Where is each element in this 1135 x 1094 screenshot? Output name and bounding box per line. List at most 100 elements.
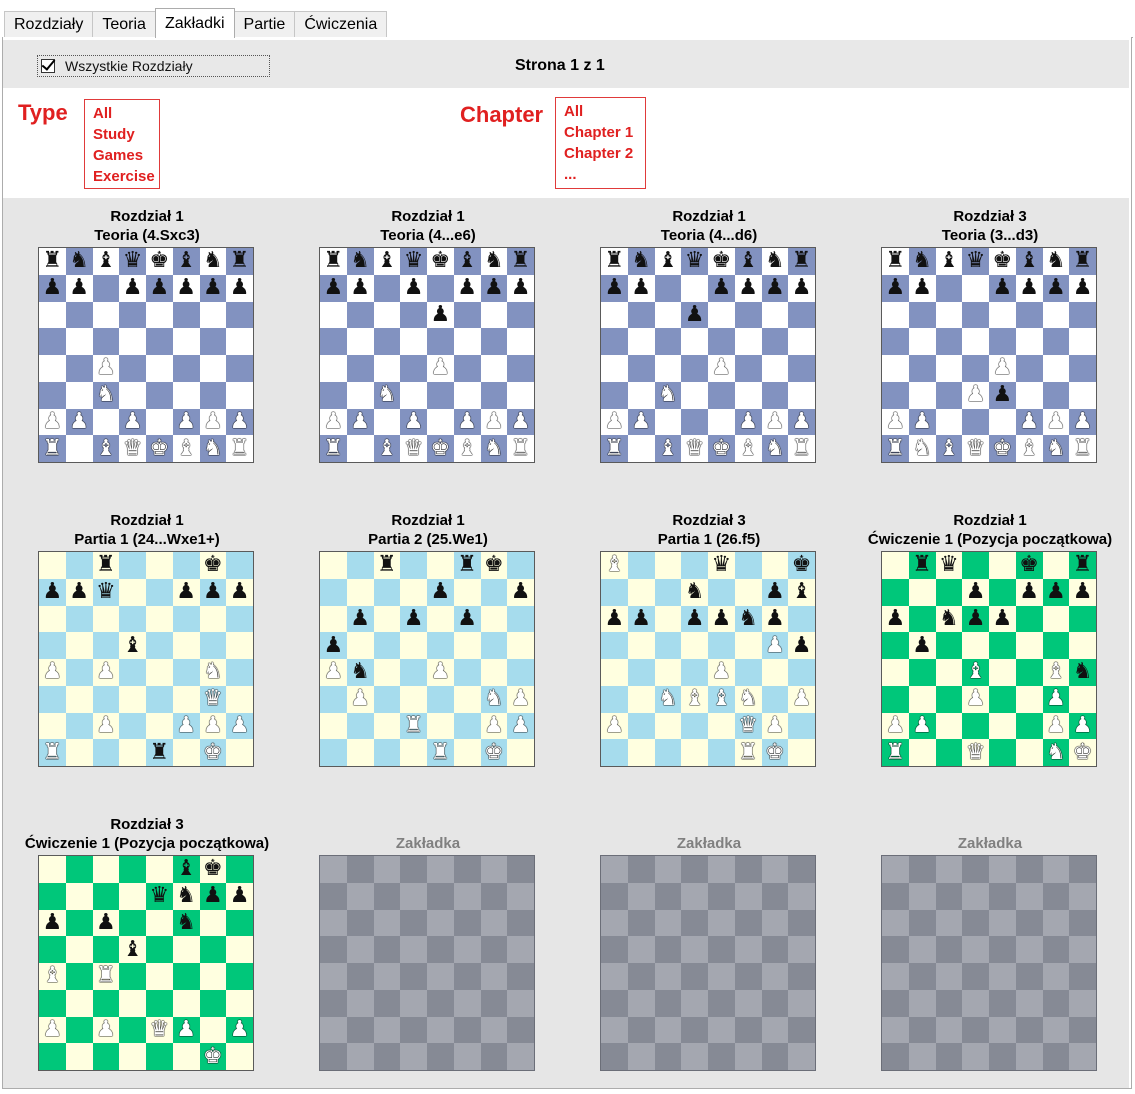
board-square[interactable]: ♟ <box>427 355 454 382</box>
board-square[interactable]: ♟ <box>989 381 1016 409</box>
board-square[interactable]: ♜ <box>373 552 401 579</box>
board-square[interactable]: ♜ <box>1069 248 1096 275</box>
board-square[interactable]: ♟ <box>427 578 454 606</box>
board-square[interactable] <box>681 856 708 883</box>
board-square[interactable]: ♜ <box>146 739 173 766</box>
board-square[interactable] <box>654 328 682 355</box>
board-square[interactable] <box>146 605 173 633</box>
board-square[interactable]: ♜ <box>320 248 347 275</box>
board-square[interactable] <box>480 989 508 1017</box>
chess-board[interactable]: ♜ ♚ ♟ ♟ ♛ ♟ ♟ ♟ ♝ ♟ ♟ ♞ ♛ ♟ ♟ ♟ ♟ ♜ ♜ ♚ <box>38 551 254 767</box>
board-square[interactable] <box>453 909 481 937</box>
board-square[interactable]: ♜ <box>1069 552 1096 579</box>
board-square[interactable] <box>654 578 682 606</box>
board-square[interactable]: ♞ <box>199 248 227 275</box>
board-square[interactable] <box>761 301 789 329</box>
board-square[interactable] <box>226 328 253 355</box>
board-square[interactable] <box>962 1043 989 1070</box>
board-square[interactable] <box>92 301 120 329</box>
board-square[interactable]: ♛ <box>146 882 173 910</box>
board-square[interactable]: ♟ <box>65 408 93 436</box>
board-square[interactable]: ♟ <box>400 408 427 436</box>
empty-bookmark-slot[interactable]: Zakładka <box>569 834 849 1071</box>
board-square[interactable] <box>400 739 427 766</box>
board-square[interactable] <box>373 328 401 355</box>
board-square[interactable]: ♚ <box>708 435 735 462</box>
board-square[interactable] <box>1015 882 1043 910</box>
board-square[interactable] <box>320 989 347 1017</box>
board-square[interactable] <box>119 578 146 606</box>
board-square[interactable] <box>654 882 682 910</box>
board-square[interactable] <box>908 1016 936 1044</box>
board-square[interactable] <box>65 989 93 1017</box>
board-square[interactable] <box>320 328 347 355</box>
board-square[interactable] <box>708 739 735 766</box>
board-square[interactable] <box>119 712 146 740</box>
board-square[interactable] <box>654 355 682 382</box>
board-square[interactable] <box>507 552 534 579</box>
board-square[interactable]: ♜ <box>601 435 628 462</box>
board-square[interactable] <box>734 632 762 659</box>
board-square[interactable]: ♞ <box>346 248 374 275</box>
board-square[interactable] <box>908 578 936 606</box>
board-square[interactable] <box>373 909 401 937</box>
board-square[interactable]: ♞ <box>480 685 508 713</box>
board-square[interactable] <box>908 882 936 910</box>
board-square[interactable] <box>1042 355 1070 382</box>
board-square[interactable]: ♚ <box>427 248 454 275</box>
board-square[interactable] <box>507 936 534 963</box>
board-square[interactable]: ♝ <box>373 435 401 462</box>
board-square[interactable] <box>654 856 682 883</box>
board-square[interactable]: ♜ <box>1069 435 1096 462</box>
board-square[interactable] <box>119 1016 146 1044</box>
board-square[interactable]: ♞ <box>761 248 789 275</box>
board-square[interactable] <box>146 355 173 382</box>
board-square[interactable] <box>708 408 735 436</box>
board-square[interactable]: ♟ <box>761 578 789 606</box>
board-square[interactable]: ♟ <box>400 274 427 302</box>
board-square[interactable] <box>480 578 508 606</box>
board-square[interactable] <box>654 712 682 740</box>
board-square[interactable] <box>92 882 120 910</box>
board-square[interactable]: ♟ <box>346 685 374 713</box>
chess-board[interactable]: ♜ ♞ ♝ ♛ ♚ ♝ ♞ ♜ ♟ ♟ ♟ ♟ ♟ ♟ ♟ ♟ ♞ ♟ ♟ ♟ ♟ ♟ ♟ ♜ ♝ ♛ ♚ ♝ ♞ ♜ <box>319 247 535 463</box>
board-square[interactable]: ♜ <box>320 435 347 462</box>
board-square[interactable] <box>734 355 762 382</box>
board-square[interactable]: ♛ <box>92 578 120 606</box>
board-square[interactable]: ♟ <box>92 355 120 382</box>
board-square[interactable] <box>627 659 655 686</box>
board-square[interactable]: ♞ <box>172 909 200 937</box>
board-square[interactable]: ♚ <box>989 248 1016 275</box>
board-square[interactable]: ♜ <box>908 552 936 579</box>
board-square[interactable] <box>480 632 508 659</box>
board-square[interactable] <box>627 552 655 579</box>
board-square[interactable] <box>989 739 1016 766</box>
board-square[interactable] <box>681 381 708 409</box>
board-square[interactable] <box>1015 328 1043 355</box>
board-square[interactable] <box>65 963 93 990</box>
board-square[interactable]: ♞ <box>654 381 682 409</box>
board-square[interactable] <box>882 936 909 963</box>
board-square[interactable]: ♞ <box>480 435 508 462</box>
board-square[interactable] <box>346 1043 374 1070</box>
board-square[interactable] <box>962 1016 989 1044</box>
board-square[interactable]: ♟ <box>1015 578 1043 606</box>
board-square[interactable] <box>601 328 628 355</box>
board-square[interactable] <box>119 381 146 409</box>
board-square[interactable]: ♞ <box>908 248 936 275</box>
board-square[interactable] <box>1015 989 1043 1017</box>
board-square[interactable] <box>681 659 708 686</box>
board-square[interactable] <box>39 328 66 355</box>
board-square[interactable] <box>681 355 708 382</box>
board-square[interactable]: ♚ <box>146 248 173 275</box>
board-square[interactable] <box>654 274 682 302</box>
board-square[interactable] <box>761 328 789 355</box>
board-square[interactable] <box>400 1016 427 1044</box>
board-square[interactable] <box>453 936 481 963</box>
board-square[interactable] <box>453 1043 481 1070</box>
board-square[interactable] <box>65 301 93 329</box>
board-square[interactable] <box>346 355 374 382</box>
board-square[interactable]: ♟ <box>882 274 909 302</box>
board-square[interactable] <box>172 328 200 355</box>
board-square[interactable]: ♟ <box>761 274 789 302</box>
